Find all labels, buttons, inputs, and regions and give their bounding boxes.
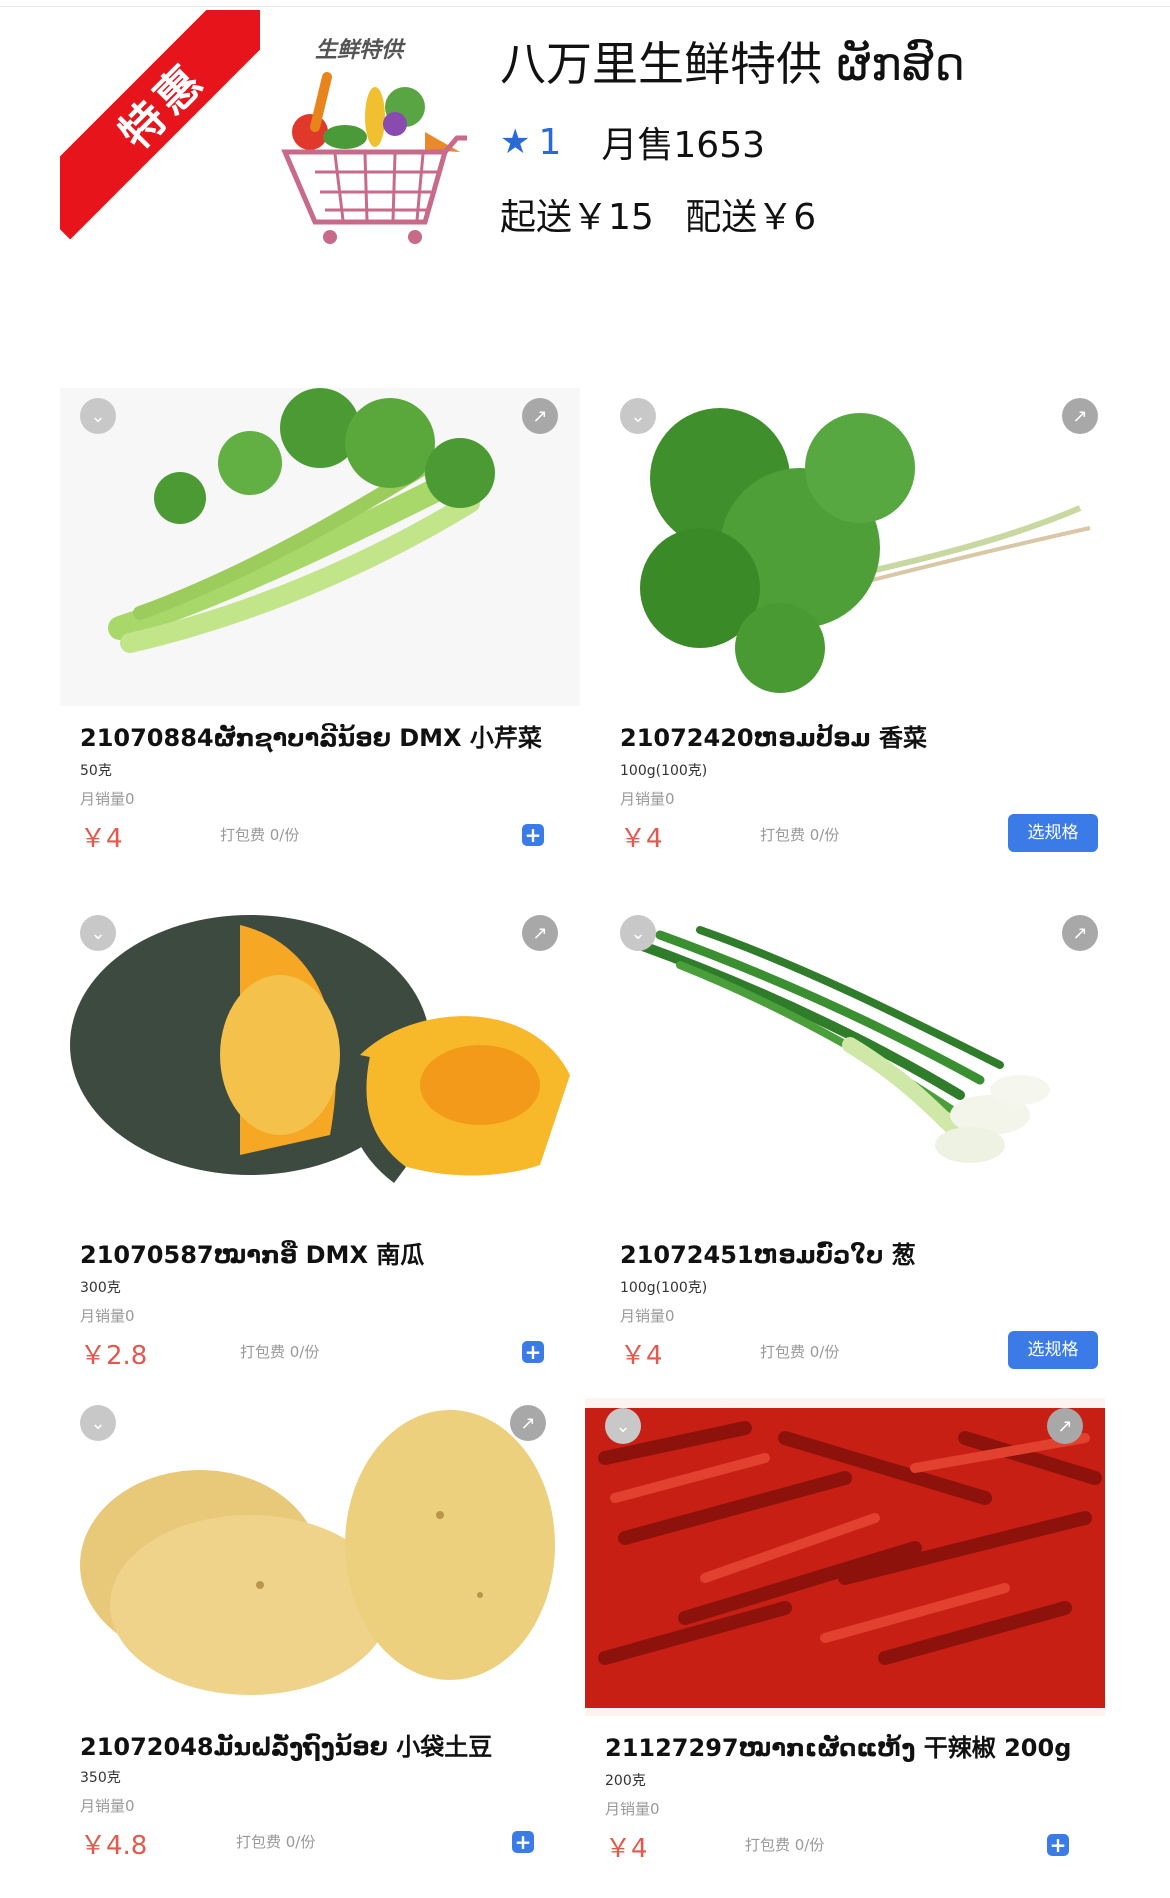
product-price: ￥4.8	[80, 1831, 148, 1861]
share-icon[interactable]: ↗	[522, 398, 558, 434]
product-card[interactable]: ⌄ ↗ 21072048ມັນຝລັ່ງຖົງນ້ອຍ 小袋土豆 350克 月销…	[60, 1395, 580, 1895]
chevron-down-icon[interactable]: ⌄	[80, 1405, 116, 1441]
chevron-down-icon[interactable]: ⌄	[80, 915, 116, 951]
product-image-scallion[interactable]: ⌄ ↗	[600, 905, 1120, 1223]
share-icon[interactable]: ↗	[1062, 915, 1098, 951]
product-sales: 月销量0	[80, 1307, 135, 1325]
share-icon[interactable]: ↗	[510, 1405, 546, 1441]
product-title: 21072048ມັນຝລັ່ງຖົງນ້ອຍ 小袋土豆	[80, 1733, 493, 1761]
shop-logo: 生鲜特供	[275, 22, 470, 252]
product-sales: 月销量0	[620, 790, 675, 808]
add-to-cart-button[interactable]: +	[522, 1341, 544, 1363]
rating-value: 1	[538, 121, 562, 163]
packaging-fee: 打包费 0/份	[236, 1833, 316, 1851]
shop-name: 八万里生鲜特供 ຜັກສົດ	[500, 37, 965, 91]
chevron-down-icon[interactable]: ⌄	[620, 398, 656, 434]
product-sales: 月销量0	[80, 790, 135, 808]
product-title: 21072420ຫອມປ້ອມ 香菜	[620, 724, 928, 752]
packaging-fee: 打包费 0/份	[760, 826, 840, 844]
product-image-chili[interactable]: ⌄ ↗	[585, 1398, 1105, 1716]
product-image-potato[interactable]: ⌄ ↗	[60, 1395, 580, 1713]
product-card[interactable]: ⌄ ↗ 21072451ຫອມບົ່ວໃບ 葱 100g(100克) 月销量0 …	[600, 905, 1120, 1405]
delivery-info: 起送￥15 配送￥6	[500, 188, 836, 240]
promo-ribbon: 特惠	[60, 10, 260, 246]
product-spec: 300克	[80, 1280, 121, 1296]
product-price: ￥4	[605, 1834, 648, 1864]
star-icon: ★	[500, 122, 531, 162]
rating-row: ★ 1 月售1653	[500, 116, 765, 168]
add-to-cart-button[interactable]: +	[1047, 1834, 1069, 1856]
product-title: 21070587ໝາກອື DMX 南瓜	[80, 1241, 425, 1269]
product-image-celery[interactable]: ⌄ ↗	[60, 388, 580, 706]
product-title: 21072451ຫອມບົ່ວໃບ 葱	[620, 1241, 916, 1269]
product-spec: 100g(100克)	[620, 763, 708, 779]
product-image-pumpkin[interactable]: ⌄ ↗	[60, 905, 580, 1223]
product-spec: 50克	[80, 763, 112, 779]
share-icon[interactable]: ↗	[1062, 398, 1098, 434]
product-spec: 100g(100克)	[620, 1280, 708, 1296]
select-spec-button[interactable]: 选规格	[1008, 814, 1098, 852]
share-icon[interactable]: ↗	[522, 915, 558, 951]
chevron-down-icon[interactable]: ⌄	[605, 1408, 641, 1444]
product-title: 21127297ໝາກເຜັດແຫ້ງ 干辣椒 200g	[605, 1734, 1072, 1762]
promo-ribbon-text: 特惠	[60, 10, 260, 240]
add-to-cart-button[interactable]: +	[522, 824, 544, 846]
product-sales: 月销量0	[80, 1797, 135, 1815]
product-price: ￥2.8	[80, 1341, 148, 1371]
product-spec: 350克	[80, 1770, 121, 1786]
product-price: ￥4	[80, 824, 123, 854]
add-to-cart-button[interactable]: +	[512, 1831, 534, 1853]
monthly-sales: 月售1653	[601, 125, 766, 166]
product-image-coriander[interactable]: ⌄ ↗	[600, 388, 1120, 706]
select-spec-button[interactable]: 选规格	[1008, 1331, 1098, 1369]
product-title: 21070884ຜັກຊາບາລີນ້ອຍ DMX 小芹菜	[80, 724, 542, 752]
product-card[interactable]: ⌄ ↗ 21072420ຫອມປ້ອມ 香菜 100g(100克) 月销量0 ￥…	[600, 388, 1120, 888]
chevron-down-icon[interactable]: ⌄	[620, 915, 656, 951]
product-sales: 月销量0	[620, 1307, 675, 1325]
packaging-fee: 打包费 0/份	[745, 1836, 825, 1854]
product-spec: 200克	[605, 1773, 646, 1789]
product-card[interactable]: ⌄ ↗ 21070587ໝາກອື DMX 南瓜 300克 月销量0 ￥2.8 …	[60, 905, 580, 1405]
chevron-down-icon[interactable]: ⌄	[80, 398, 116, 434]
product-price: ￥4	[620, 1341, 663, 1371]
min-order: 起送￥15	[500, 197, 654, 238]
top-divider	[0, 6, 1170, 7]
shop-logo-text: 生鲜特供	[315, 38, 404, 63]
product-card[interactable]: ⌄ ↗ 21070884ຜັກຊາບາລີນ້ອຍ DMX 小芹菜 50克 月销…	[60, 388, 580, 888]
product-sales: 月销量0	[605, 1800, 660, 1818]
delivery-fee: 配送￥6	[685, 197, 817, 238]
packaging-fee: 打包费 0/份	[220, 826, 300, 844]
product-price: ￥4	[620, 824, 663, 854]
share-icon[interactable]: ↗	[1047, 1408, 1083, 1444]
packaging-fee: 打包费 0/份	[240, 1343, 320, 1361]
product-card[interactable]: ⌄ ↗ 21127297ໝາກເຜັດແຫ້ງ 干辣椒 200g 200克 月销…	[585, 1398, 1105, 1898]
packaging-fee: 打包费 0/份	[760, 1343, 840, 1361]
